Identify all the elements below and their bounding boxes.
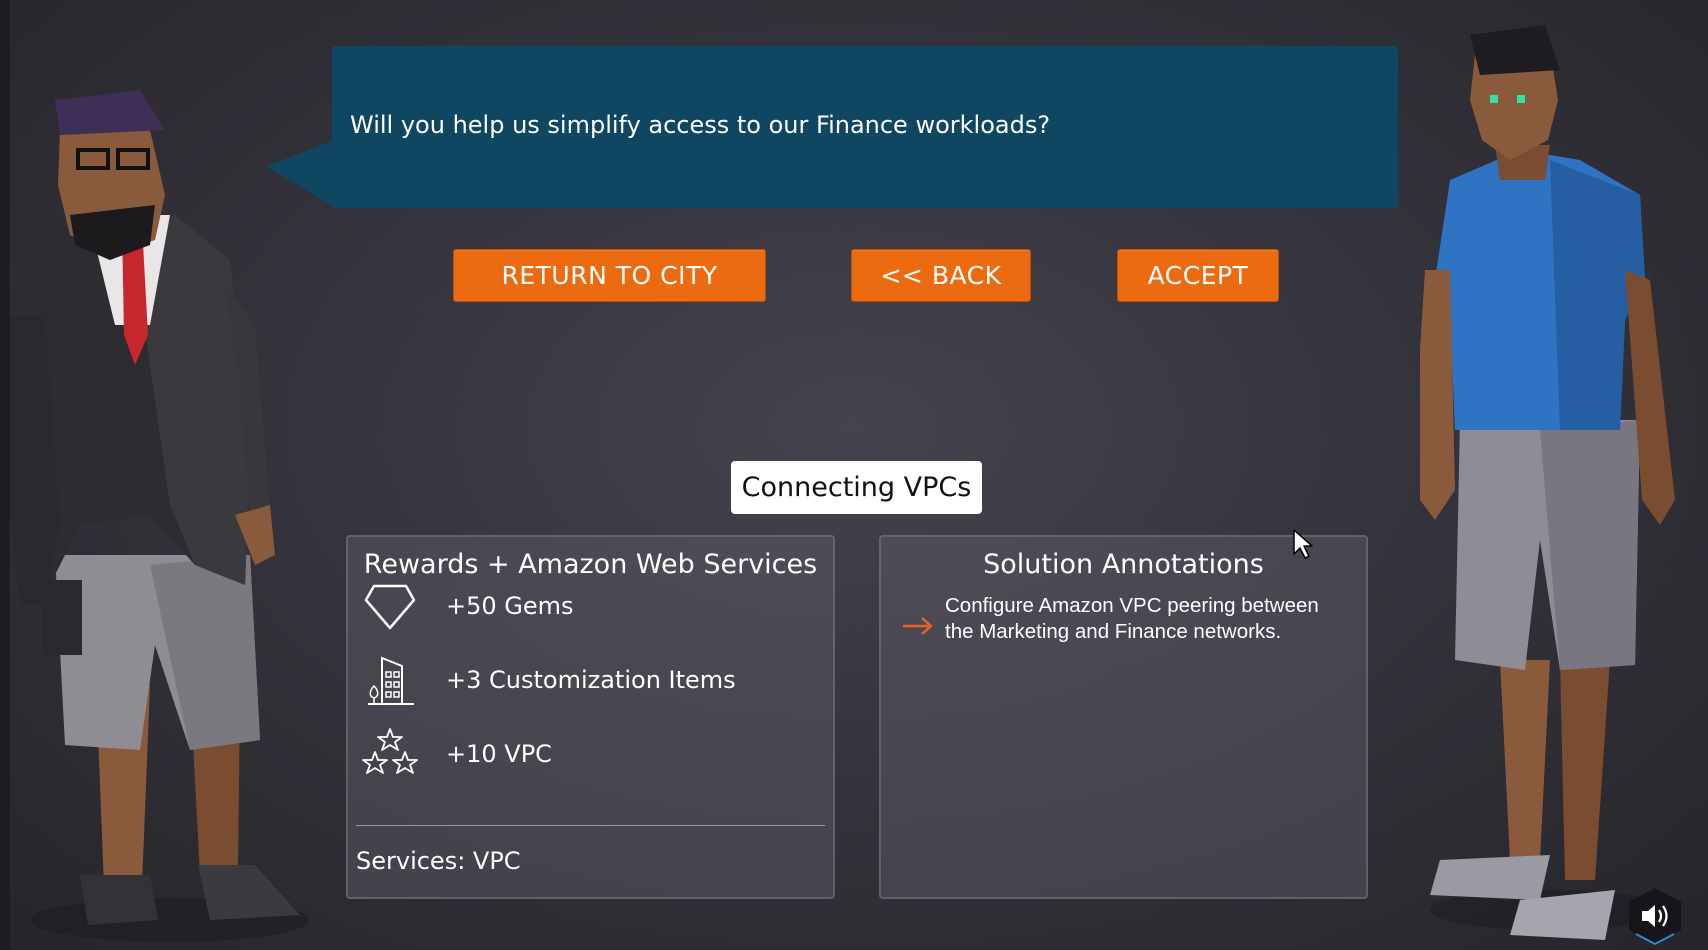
accept-button[interactable]: ACCEPT [1117,249,1279,302]
rewards-panel: Rewards + Amazon Web Services +50 Gems +… [346,535,835,899]
stars-icon [360,724,420,784]
sound-toggle-button[interactable] [1626,886,1684,946]
reward-label: +50 Gems [446,592,574,620]
gem-icon [360,576,420,636]
return-to-city-button[interactable]: RETURN TO CITY [453,249,766,302]
speech-bubble-tail [266,140,336,208]
solution-annotation: Configure Amazon VPC peering between the… [945,594,1319,643]
arrow-right-icon [903,617,933,635]
building-icon [360,650,420,710]
panel-divider [356,825,825,826]
businessman-character [10,90,310,942]
mouse-cursor-icon [1293,529,1313,559]
reward-item: +3 Customization Items [360,650,736,710]
speaker-icon [1629,888,1681,946]
reward-label: +10 VPC [446,740,552,768]
reward-label: +3 Customization Items [446,666,736,694]
services-label: Services: VPC [356,847,521,875]
reward-item: +10 VPC [360,724,552,784]
developer-character [1420,25,1675,940]
quest-title: Connecting VPCs [731,461,982,514]
dialogue-text: Will you help us simplify access to our … [350,111,1051,139]
solution-panel: Solution Annotations Configure Amazon VP… [879,535,1368,899]
reward-item: +50 Gems [360,576,574,636]
back-button[interactable]: << BACK [851,249,1031,302]
